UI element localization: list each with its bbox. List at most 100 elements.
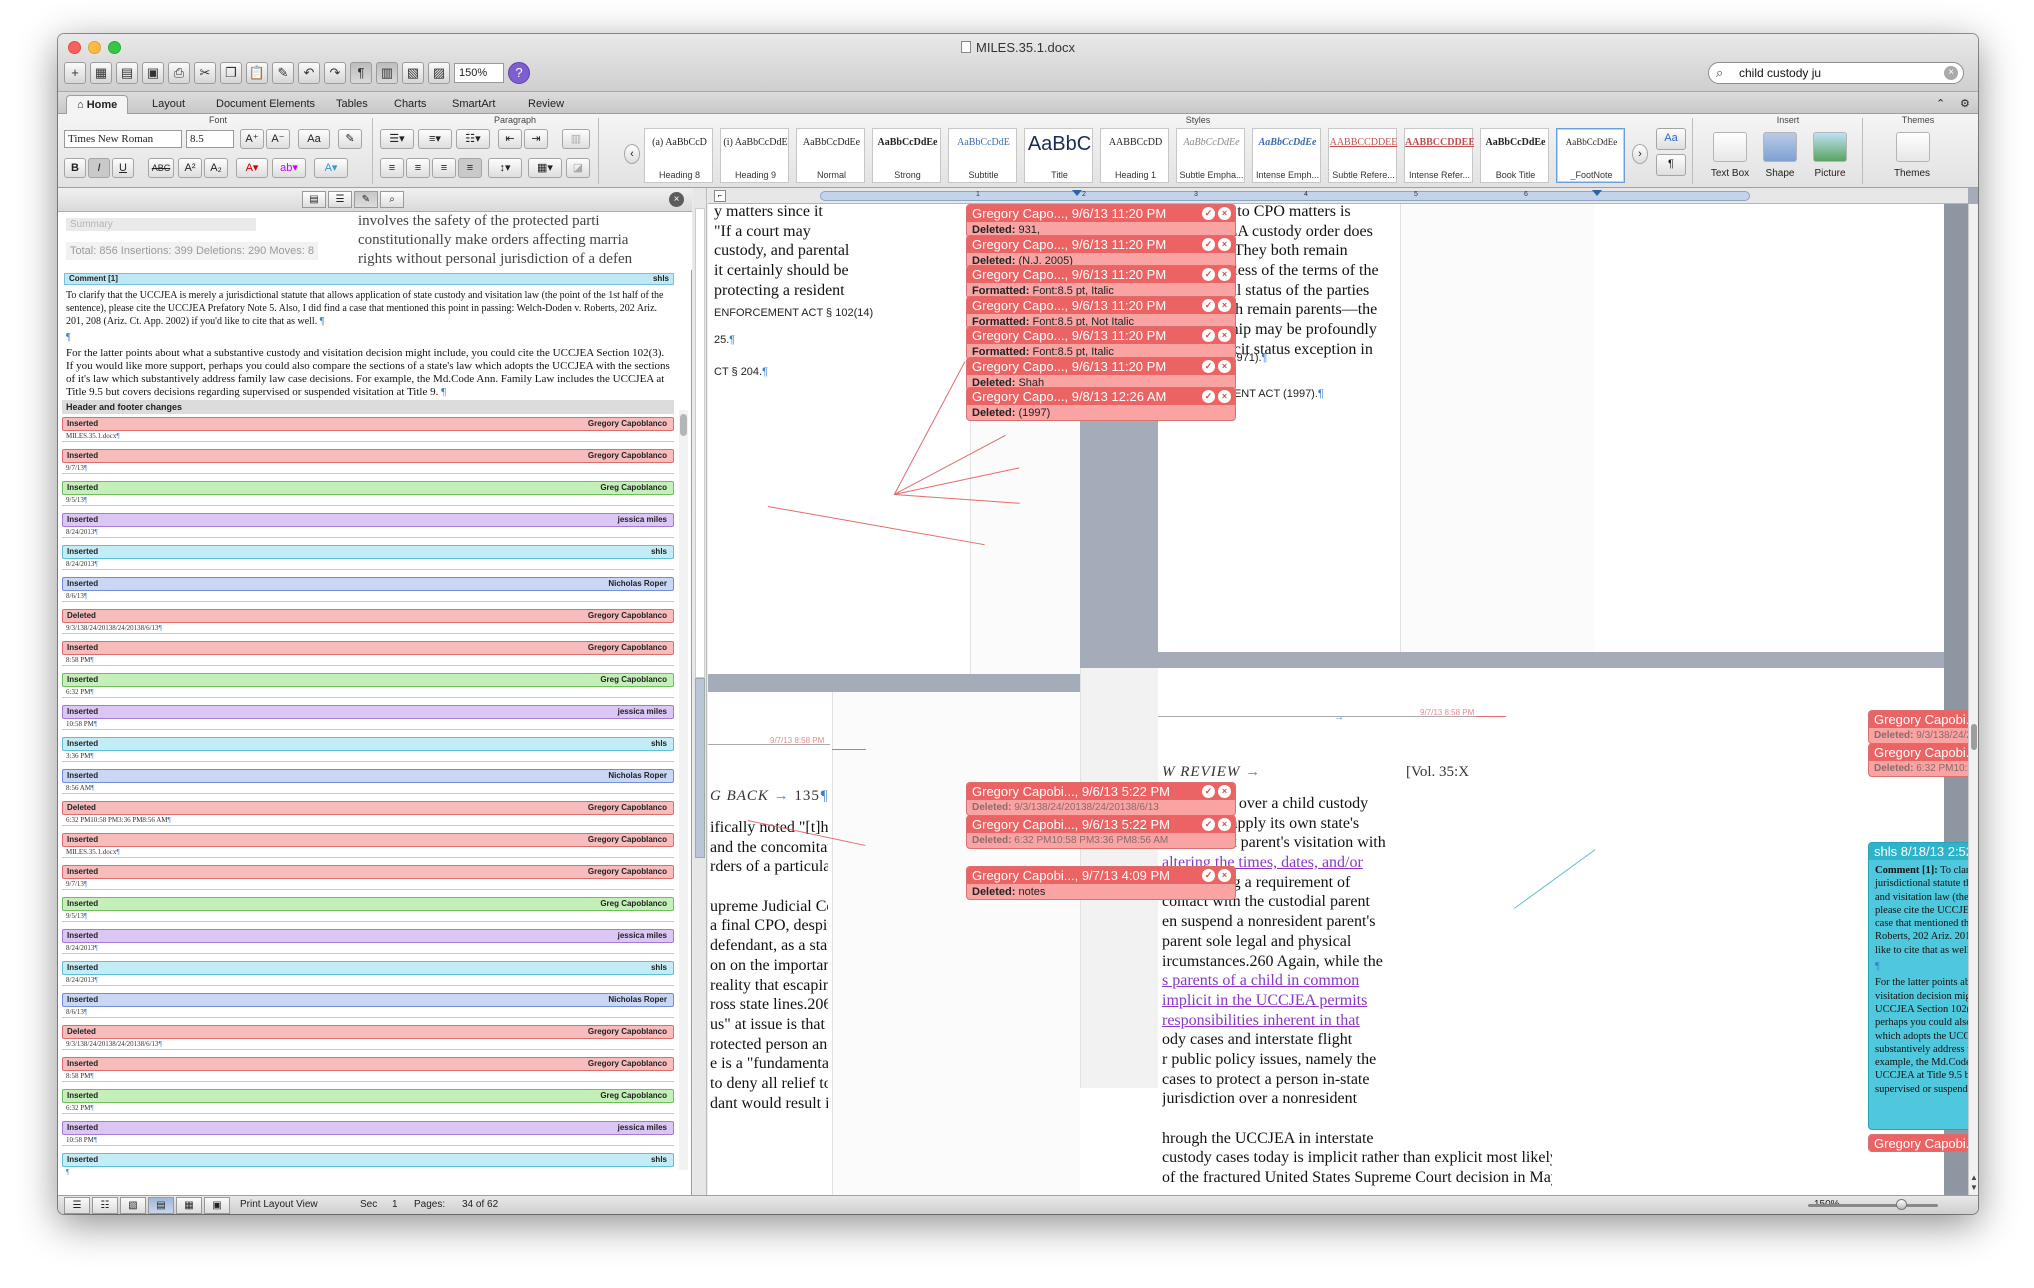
search-field[interactable]: ⌕ × xyxy=(1708,62,1964,84)
pane-scrollbar[interactable] xyxy=(679,410,688,1170)
columns-button[interactable]: ▥ xyxy=(562,129,590,149)
publishing-view-icon[interactable]: ▧ xyxy=(120,1197,146,1214)
notebook-view-icon[interactable]: ▦ xyxy=(176,1197,202,1214)
zoom-select[interactable]: 150% xyxy=(454,63,504,83)
vertical-ruler[interactable] xyxy=(693,188,707,1195)
revision-item[interactable]: Inserted Nicholas Roper 8/6/13¶ xyxy=(62,577,674,609)
outline-view-icon[interactable]: ☷ xyxy=(92,1197,118,1214)
revision-balloon[interactable]: Gregory Capo..., 9/6/13 11:20 PM ✓ × Format… xyxy=(966,265,1236,299)
revision-item[interactable]: Inserted Greg Capoblanco 6:32 PM¶ xyxy=(62,673,674,705)
accept-change-icon[interactable]: ✓ xyxy=(1202,869,1215,882)
tab-smartart[interactable]: SmartArt xyxy=(442,95,505,114)
text-box-icon[interactable] xyxy=(1713,132,1747,162)
revision-balloon[interactable]: Gregory Capobi..., 9/6/13 5:22 PM✓× Delet… xyxy=(966,782,1236,816)
borders-button[interactable]: ▦▾ xyxy=(528,158,562,178)
indent-marker[interactable] xyxy=(1072,190,1082,196)
tab-layout[interactable]: Layout xyxy=(142,95,195,114)
open-icon[interactable]: ▤ xyxy=(116,62,138,84)
revision-balloon[interactable]: Gregory Capobi..., 9/7/13 4:09 PM ✓ × Delet… xyxy=(966,866,1236,900)
undo-icon[interactable]: ↶ xyxy=(298,62,320,84)
search-input[interactable] xyxy=(1739,65,1939,81)
styles-scroll-left-icon[interactable]: ‹ xyxy=(624,144,640,164)
align-right-button[interactable]: ≡ xyxy=(432,158,456,178)
media-browser-icon[interactable]: ▨ xyxy=(428,62,450,84)
right-indent-marker[interactable] xyxy=(1592,190,1602,196)
strikethrough-button[interactable]: ABC xyxy=(148,158,174,178)
save-icon[interactable]: ▣ xyxy=(142,62,164,84)
revision-item[interactable]: Inserted Greg Capoblanco 9/5/13¶ xyxy=(62,897,674,929)
accept-change-icon[interactable]: ✓ xyxy=(1202,359,1215,373)
reject-change-icon[interactable]: × xyxy=(1218,237,1231,251)
revision-item[interactable]: Inserted Nicholas Roper 8/6/13¶ xyxy=(62,993,674,1025)
reject-change-icon[interactable]: × xyxy=(1218,298,1231,312)
text-effects-button[interactable]: A▾ xyxy=(314,158,348,178)
revision-item[interactable]: Inserted Gregory Capoblanco MILES.35.1.doc… xyxy=(62,833,674,865)
document-area[interactable]: ⌐ 1 2 3 4 5 6 y matters since it "If a c… xyxy=(708,188,1978,1195)
redo-icon[interactable]: ↷ xyxy=(324,62,346,84)
increase-indent-button[interactable]: ⇥ xyxy=(524,129,548,149)
revision-item[interactable]: Inserted Gregory Capoblanco 9/7/13¶ xyxy=(62,449,674,481)
accept-change-icon[interactable]: ✓ xyxy=(1202,237,1215,251)
reject-change-icon[interactable]: × xyxy=(1218,785,1231,798)
style-book-title[interactable]: AaBbCcDdEe Book Title xyxy=(1480,128,1549,183)
revision-item[interactable]: Inserted shls ¶ xyxy=(62,1153,674,1177)
close-pane-icon[interactable]: × xyxy=(669,192,684,207)
show-formatting-icon[interactable]: ¶ xyxy=(350,62,372,84)
style-footnote[interactable]: AaBbCcDdEe _FootNote xyxy=(1556,128,1625,183)
document-scroll-thumb[interactable] xyxy=(1971,724,1977,750)
outline-view-icon[interactable]: ☰ xyxy=(328,191,352,208)
format-painter-icon[interactable]: ✎ xyxy=(272,62,294,84)
style-heading-8[interactable]: (a) AaBbCcD Heading 8 xyxy=(644,128,713,183)
zoom-slider-knob[interactable] xyxy=(1896,1199,1907,1210)
accept-change-icon[interactable]: ✓ xyxy=(1202,298,1215,312)
tab-document-elements[interactable]: Document Elements xyxy=(206,95,325,114)
multilevel-list-button[interactable]: ☷▾ xyxy=(456,129,490,149)
revision-item[interactable]: Deleted Gregory Capoblanco 6:32 PM10:58 PM… xyxy=(62,801,674,833)
reviewing-view-icon[interactable]: ✎ xyxy=(354,191,378,208)
change-case-button[interactable]: Aa xyxy=(298,129,330,149)
style-intense-reference[interactable]: AABBCCDDEE Intense Refer... xyxy=(1404,128,1474,183)
manage-styles-icon[interactable]: ¶ xyxy=(1656,154,1686,176)
ribbon-options-icon[interactable]: ⚙ xyxy=(1950,95,1978,114)
themes-icon[interactable] xyxy=(1896,132,1930,162)
revision-item[interactable]: Inserted shls 3:36 PM¶ xyxy=(62,737,674,769)
page-bottom-right[interactable]: 9/7/13 8:58 PM → W REVIEW → [Vol. 35:X j… xyxy=(1080,668,1594,1195)
align-left-button[interactable]: ≡ xyxy=(380,158,404,178)
reject-change-icon[interactable]: × xyxy=(1218,359,1231,373)
revision-item[interactable]: Deleted Gregory Capoblanco 9/3/138/24/2013… xyxy=(62,1025,674,1057)
document-scrollbar[interactable]: ▲ ▼ xyxy=(1968,204,1978,1195)
zoom-slider[interactable] xyxy=(1808,1199,1938,1210)
reject-change-icon[interactable]: × xyxy=(1218,207,1231,220)
clear-search-icon[interactable]: × xyxy=(1944,66,1958,80)
shrink-font-button[interactable]: A⁻ xyxy=(266,129,290,149)
revision-item[interactable]: Inserted jessica miles 10:58 PM¶ xyxy=(62,705,674,737)
tab-tables[interactable]: Tables xyxy=(326,95,378,114)
accept-change-icon[interactable]: ✓ xyxy=(1202,268,1215,281)
revision-balloon[interactable]: Gregory Capo..., 9/6/13 11:20 PM ✓ × Format… xyxy=(966,326,1236,360)
grow-font-button[interactable]: A⁺ xyxy=(240,129,264,149)
accept-change-icon[interactable]: ✓ xyxy=(1202,785,1215,798)
font-size-field[interactable]: 8.5 xyxy=(186,130,234,148)
numbering-button[interactable]: ≡▾ xyxy=(418,129,452,149)
revision-item[interactable]: Inserted Gregory Capoblanco MILES.35.1.doc… xyxy=(62,417,674,449)
font-name-field[interactable]: Times New Roman xyxy=(64,130,182,148)
revision-balloon[interactable]: Gregory Capo..., 9/8/13 12:26 AM ✓ × Delete… xyxy=(966,387,1236,421)
highlight-button[interactable]: ab▾ xyxy=(272,158,306,178)
pane-scroll-thumb[interactable] xyxy=(680,414,687,436)
revision-balloon[interactable]: Gregory Capo..., 9/6/13 11:20 PM ✓ × Delete… xyxy=(966,234,1236,269)
reject-change-icon[interactable]: × xyxy=(1218,818,1231,831)
style-subtitle[interactable]: AaBbCcDdE Subtitle xyxy=(948,128,1017,183)
revision-item[interactable]: Inserted Nicholas Roper 8:56 AM¶ xyxy=(62,769,674,801)
italic-button[interactable]: I xyxy=(88,158,110,178)
reject-change-icon[interactable]: × xyxy=(1218,869,1231,882)
pane-comment-card[interactable]: Comment [1] shls To clarify that the UCCJ… xyxy=(64,273,674,398)
decrease-indent-button[interactable]: ⇤ xyxy=(498,129,522,149)
new-document-icon[interactable]: + xyxy=(64,62,86,84)
page-count[interactable]: 34 of 62 xyxy=(462,1196,498,1214)
find-view-icon[interactable]: ⌕ xyxy=(380,191,404,208)
revision-item[interactable]: Inserted shls 8/24/2013¶ xyxy=(62,961,674,993)
tab-home[interactable]: ⌂ Home xyxy=(66,95,129,114)
revision-item[interactable]: Inserted Gregory Capoblanco 9/7/13¶ xyxy=(62,865,674,897)
revision-item[interactable]: Inserted Gregory Capoblanco 8:58 PM¶ xyxy=(62,1057,674,1089)
revision-balloon[interactable]: Gregory Capo..., 9/6/13 11:20 PM ✓ × Delete… xyxy=(966,204,1236,238)
